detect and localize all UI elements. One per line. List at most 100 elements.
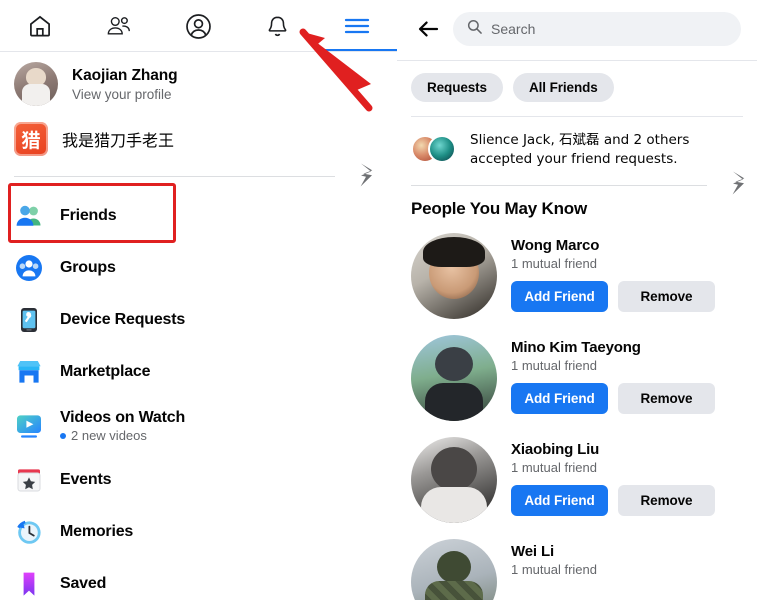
person-info: Xiaobing Liu 1 mutual friend Add Friend … xyxy=(511,437,741,517)
person-name[interactable]: Mino Kim Taeyong xyxy=(511,339,741,356)
menu-item-label: Saved xyxy=(60,575,107,592)
person-info: Wong Marco 1 mutual friend Add Friend Re… xyxy=(511,233,741,313)
add-friend-button[interactable]: Add Friend xyxy=(511,485,608,517)
annotation-arrow-icon xyxy=(299,28,373,112)
notification-text: Slience Jack, 石斌磊 and 2 others accepted … xyxy=(470,132,690,168)
menu-item-label: Marketplace xyxy=(60,363,151,380)
person-actions: Add Friend Remove xyxy=(511,485,741,517)
friends-filter-tabs: Requests All Friends xyxy=(397,61,757,114)
menu-item-labels: Device Requests xyxy=(60,311,185,329)
avatar xyxy=(14,62,58,106)
right-panel-friends: Search Requests All Friends Slience Jack… xyxy=(397,0,757,600)
menu-item-label: Videos on Watch xyxy=(60,409,186,426)
friends-header: Search xyxy=(397,0,757,60)
divider-line xyxy=(14,176,335,177)
avatar[interactable] xyxy=(411,539,497,600)
menu-item-device-requests[interactable]: Device Requests xyxy=(0,294,397,346)
menu-item-badge: 2 new videos xyxy=(60,428,185,443)
menu-item-label: Memories xyxy=(60,523,134,540)
chevron-marker-icon xyxy=(358,162,375,193)
menu-divider xyxy=(0,163,397,187)
profile-icon xyxy=(185,13,212,40)
add-friend-button[interactable]: Add Friend xyxy=(511,383,608,415)
menu-item-labels: Events xyxy=(60,471,111,489)
notification-divider xyxy=(397,171,757,195)
memories-icon xyxy=(14,517,44,547)
person-actions: Add Friend Remove xyxy=(511,383,741,415)
menu-item-labels: Memories xyxy=(60,523,133,541)
person-info: Mino Kim Taeyong 1 mutual friend Add Fri… xyxy=(511,335,741,415)
profile-text: Kaojian Zhang View your profile xyxy=(72,66,178,102)
view-profile-link[interactable]: View your profile xyxy=(72,87,177,102)
remove-button[interactable]: Remove xyxy=(618,281,715,313)
groups-color-icon xyxy=(14,253,44,283)
menu-item-labels: Groups xyxy=(60,259,116,277)
list-item: Wong Marco 1 mutual friend Add Friend Re… xyxy=(397,227,757,329)
menu-item-labels: Friends xyxy=(60,207,117,225)
menu-item-label: Groups xyxy=(60,259,116,276)
watch-icon xyxy=(14,411,44,441)
menu-item-videos-on-watch[interactable]: Videos on Watch 2 new videos xyxy=(0,398,397,454)
left-panel-menu: Kaojian Zhang View your profile 猎 我是猎刀手老… xyxy=(0,0,397,600)
mutual-friends-text: 1 mutual friend xyxy=(511,562,597,578)
menu-item-label: Events xyxy=(60,471,112,488)
back-arrow-icon[interactable] xyxy=(417,18,439,40)
person-name[interactable]: Wei Li xyxy=(511,543,741,560)
app-screen: Kaojian Zhang View your profile 猎 我是猎刀手老… xyxy=(0,0,757,600)
friends-color-icon xyxy=(14,201,44,231)
list-item: Xiaobing Liu 1 mutual friend Add Friend … xyxy=(397,431,757,533)
new-indicator-dot xyxy=(60,432,66,439)
mutual-friends-text: 1 mutual friend xyxy=(511,460,597,476)
home-icon xyxy=(27,13,53,39)
avatar xyxy=(428,135,456,164)
search-input[interactable]: Search xyxy=(453,12,741,46)
nav-friends[interactable] xyxy=(79,0,158,52)
list-item: Wei Li 1 mutual friend xyxy=(397,533,757,600)
person-actions: Add Friend Remove xyxy=(511,281,741,313)
nav-profile[interactable] xyxy=(159,0,238,52)
person-name[interactable]: Wong Marco xyxy=(511,237,741,254)
add-friend-button[interactable]: Add Friend xyxy=(511,281,608,313)
menu-item-marketplace[interactable]: Marketplace xyxy=(0,346,397,398)
divider-line xyxy=(411,185,707,187)
page-title: People You May Know xyxy=(411,199,587,219)
profile-name: Kaojian Zhang xyxy=(72,66,178,84)
menu-item-friends[interactable]: Friends xyxy=(0,190,397,242)
menu-item-groups[interactable]: Groups xyxy=(0,242,397,294)
menu-item-label: Friends xyxy=(60,207,117,224)
person-name[interactable]: Xiaobing Liu xyxy=(511,441,741,458)
nav-home[interactable] xyxy=(0,0,79,52)
menu-list: Friends Groups Device Requests Marketpla… xyxy=(0,190,397,600)
mutual-friends-text: 1 mutual friend xyxy=(511,358,597,374)
chevron-marker-icon xyxy=(730,170,747,201)
menu-item-saved[interactable]: Saved xyxy=(0,558,397,600)
search-placeholder: Search xyxy=(491,21,536,37)
menu-item-labels: Marketplace xyxy=(60,363,150,381)
page-row[interactable]: 猎 我是猎刀手老王 xyxy=(0,114,397,166)
menu-item-label: Device Requests xyxy=(60,311,186,328)
remove-button[interactable]: Remove xyxy=(618,383,715,415)
bell-icon xyxy=(265,14,290,39)
device-requests-icon xyxy=(14,305,44,335)
events-icon xyxy=(14,465,44,495)
friend-request-notification[interactable]: Slience Jack, 石斌磊 and 2 others accepted … xyxy=(397,117,757,181)
tab-requests[interactable]: Requests xyxy=(411,73,503,102)
remove-button[interactable]: Remove xyxy=(618,485,715,517)
tab-all-friends[interactable]: All Friends xyxy=(512,73,614,102)
saved-icon xyxy=(14,569,44,599)
avatar[interactable] xyxy=(411,335,497,422)
menu-item-memories[interactable]: Memories xyxy=(0,506,397,558)
page-name: 我是猎刀手老王 xyxy=(62,131,175,150)
search-icon xyxy=(467,19,482,39)
mutual-friends-text: 1 mutual friend xyxy=(511,256,597,272)
menu-item-labels: Videos on Watch 2 new videos xyxy=(60,409,185,443)
avatar[interactable] xyxy=(411,233,497,320)
menu-item-labels: Saved xyxy=(60,575,106,593)
menu-item-badge-text: 2 new videos xyxy=(71,428,147,443)
menu-item-events[interactable]: Events xyxy=(0,454,397,506)
page-avatar-icon: 猎 xyxy=(14,122,48,156)
friends-icon xyxy=(105,13,133,39)
notification-avatars xyxy=(411,135,457,165)
avatar[interactable] xyxy=(411,437,497,524)
list-item: Mino Kim Taeyong 1 mutual friend Add Fri… xyxy=(397,329,757,431)
